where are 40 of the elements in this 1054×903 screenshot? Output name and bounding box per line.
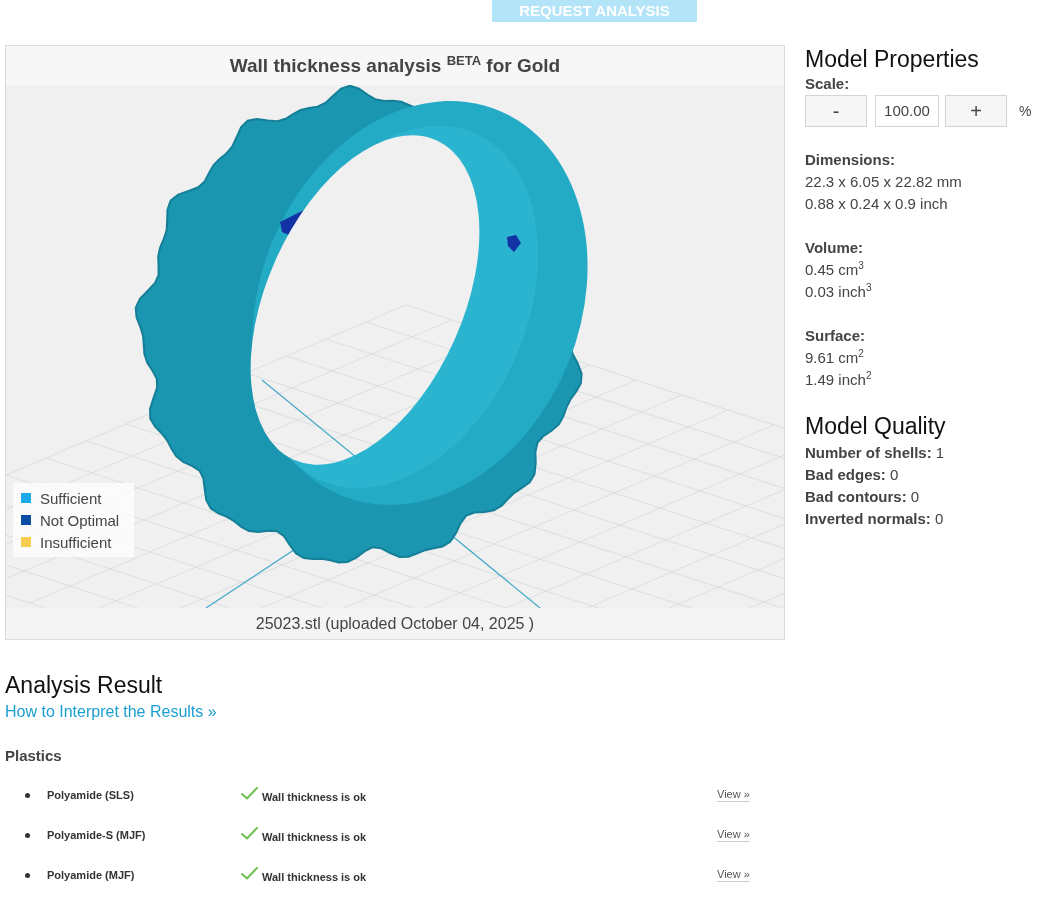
property-label: Scale: <box>805 74 851 94</box>
view-link[interactable]: View » <box>717 828 750 842</box>
property-value: 0.45 cm$^{3}$ <box>805 259 865 280</box>
unit-label: % <box>1019 103 1032 119</box>
decrease-button[interactable]: - <box>805 95 867 127</box>
model-viewport[interactable]: Sufficient Not Optimal Insufficient <box>6 85 784 608</box>
status-text: Wall thickness is ok <box>262 870 367 883</box>
material-name: Polyamide-S (MJF) <box>47 829 147 841</box>
quality-item: Inverted normals: 0 <box>805 509 945 529</box>
property-value: 0.03 inch$^{3}$ <box>805 281 873 302</box>
category-heading: Plastics <box>5 746 63 766</box>
property-value: 9.61 cm$^{2}$ <box>805 347 865 368</box>
status-text: Wall thickness is ok <box>262 790 367 803</box>
property-value: 22.3 x 6.05 x 22.82 mm <box>805 172 963 192</box>
quality-item: Number of shells: 1 <box>805 443 946 463</box>
property-value: 1.49 inch$^{2}$ <box>805 369 873 390</box>
material-name: Polyamide (MJF) <box>47 869 136 881</box>
bullet-icon <box>25 872 30 878</box>
increase-button[interactable]: + <box>945 95 1007 127</box>
scale-input[interactable]: 100.00 <box>875 95 939 127</box>
view-link[interactable]: View » <box>717 868 750 882</box>
bullet-icon <box>25 832 30 838</box>
material-name: Polyamide (SLS) <box>47 789 135 801</box>
property-label: Volume: <box>805 238 865 258</box>
panel-title: Model Properties <box>805 45 980 73</box>
section-title: Analysis Result <box>5 671 164 699</box>
status-text: Wall thickness is ok <box>262 830 367 843</box>
view-link[interactable]: View » <box>717 788 750 802</box>
property-value: 0.88 x 0.24 x 0.9 inch <box>805 194 949 214</box>
legend-label: Not Optimal <box>40 511 120 529</box>
property-label: Dimensions: <box>805 150 896 170</box>
panel-title: Model Quality <box>805 412 947 440</box>
bullet-icon <box>25 792 30 798</box>
file-caption: 25023.stl (uploaded October 04, 2025 ) <box>6 608 784 639</box>
quality-item: Bad edges: 0 <box>805 465 900 485</box>
quality-item: Bad contours: 0 <box>805 487 921 507</box>
property-label: Surface: <box>805 326 867 346</box>
viewer-title: Wall thickness analysis $^{BETA}$ for Gold <box>229 53 561 78</box>
legend-label: Insufficient <box>40 533 112 551</box>
legend-label: Sufficient <box>40 489 102 507</box>
